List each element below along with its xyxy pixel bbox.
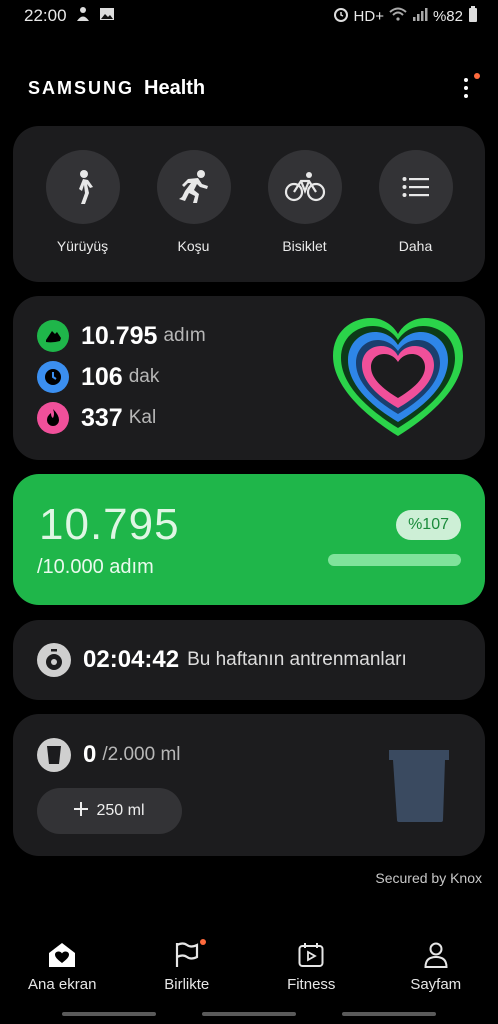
- water-glass-icon: [389, 750, 449, 822]
- steps-goal: /10.000 adım: [37, 556, 154, 578]
- bicycle-icon: [267, 150, 342, 224]
- flag-icon: [174, 939, 206, 970]
- calories-stat: 337 Kal: [37, 402, 156, 434]
- steps-progress-bar: [328, 554, 461, 566]
- nav-notification-badge: [199, 939, 206, 945]
- activity-label: Yürüyüş: [56, 238, 109, 254]
- gesture-bar: [202, 1012, 296, 1016]
- flame-icon: [37, 402, 69, 434]
- gesture-bar: [62, 1012, 156, 1016]
- water-goal: /2.000 ml: [102, 744, 181, 765]
- home-heart-icon: [48, 940, 76, 970]
- status-time: 22:00: [24, 6, 67, 25]
- steps-percent-badge: %107: [396, 510, 461, 540]
- daily-summary-card[interactable]: 10.795 adım 106 dak 337 Kal: [13, 296, 485, 460]
- activity-label: Daha: [398, 238, 433, 254]
- activity-heart-icon: [333, 318, 463, 436]
- activity-walking-button[interactable]: Yürüyüş: [33, 150, 133, 282]
- nav-label: Sayfam: [410, 976, 462, 993]
- bixby-icon: [75, 6, 91, 27]
- plus-icon: [74, 801, 89, 821]
- battery-percent: %82: [432, 7, 463, 25]
- workout-time: 02:04:42: [83, 646, 180, 673]
- gallery-icon: [99, 6, 115, 27]
- calories-unit: Kal: [128, 407, 157, 428]
- network-type: HD+: [353, 7, 384, 25]
- brand-health: Health: [144, 76, 206, 99]
- running-icon: [156, 150, 231, 224]
- brand-samsung: SAMSUNG: [28, 77, 135, 98]
- activity-label: Koşu: [177, 238, 210, 254]
- walking-icon: [45, 150, 120, 224]
- clock-icon: [37, 361, 69, 393]
- bottom-navigation: Ana ekran Birlikte Fitness Sayfam: [0, 939, 498, 1010]
- steps-progress-fill: [328, 554, 461, 566]
- activity-cycling-button[interactable]: Bisiklet: [255, 150, 355, 282]
- nav-home[interactable]: Ana ekran: [2, 940, 122, 1010]
- calories-value: 337: [81, 403, 123, 432]
- nav-label: Birlikte: [164, 976, 210, 993]
- steps-stat: 10.795 adım: [37, 320, 206, 352]
- battery-icon: [468, 6, 478, 26]
- workout-label: Bu haftanın antrenmanları: [187, 649, 407, 670]
- nav-label: Fitness: [287, 976, 336, 993]
- signal-icon: [412, 7, 428, 25]
- water-stat: 0 /2.000 ml: [37, 738, 181, 772]
- wifi-icon: [389, 7, 407, 25]
- activity-running-button[interactable]: Koşu: [144, 150, 244, 282]
- steps-unit: adım: [163, 325, 206, 346]
- add-water-label: 250 ml: [96, 802, 145, 819]
- nav-my-page[interactable]: Sayfam: [376, 940, 496, 1010]
- activity-more-button[interactable]: Daha: [366, 150, 466, 282]
- calendar-play-icon: [298, 940, 324, 970]
- alarm-icon: [333, 6, 349, 26]
- water-value: 0: [83, 741, 97, 768]
- activity-label: Bisiklet: [282, 238, 327, 254]
- app-bar: SAMSUNG Health: [28, 70, 480, 106]
- steps-card[interactable]: 10.795 /10.000 adım %107: [13, 474, 485, 605]
- water-intake-card[interactable]: 0 /2.000 ml 250 ml: [13, 714, 485, 856]
- active-time-value: 106: [81, 362, 123, 391]
- activity-shortcuts-card: Yürüyüş Koşu Bisiklet Daha: [13, 126, 485, 282]
- list-icon: [378, 150, 453, 224]
- gesture-bar: [342, 1012, 436, 1016]
- status-bar: 22:00 HD+ %82: [0, 0, 498, 32]
- nav-together[interactable]: Birlikte: [127, 939, 247, 1010]
- shoe-icon: [37, 320, 69, 352]
- nav-label: Ana ekran: [28, 976, 97, 993]
- stopwatch-icon: [37, 643, 71, 677]
- active-time-stat: 106 dak: [37, 361, 159, 393]
- steps-count: 10.795: [39, 500, 180, 549]
- person-icon: [424, 940, 448, 970]
- steps-value: 10.795: [81, 321, 158, 350]
- cup-icon: [37, 738, 71, 772]
- nav-fitness[interactable]: Fitness: [251, 940, 371, 1010]
- active-time-unit: dak: [128, 366, 160, 387]
- app-logo: SAMSUNG Health: [28, 77, 205, 100]
- weekly-workouts-card[interactable]: 02:04:42 Bu haftanın antrenmanları: [13, 620, 485, 700]
- secured-by-knox: Secured by Knox: [375, 870, 482, 886]
- add-water-button[interactable]: 250 ml: [37, 788, 182, 834]
- notification-badge: [474, 73, 480, 79]
- more-options-button[interactable]: [454, 73, 480, 103]
